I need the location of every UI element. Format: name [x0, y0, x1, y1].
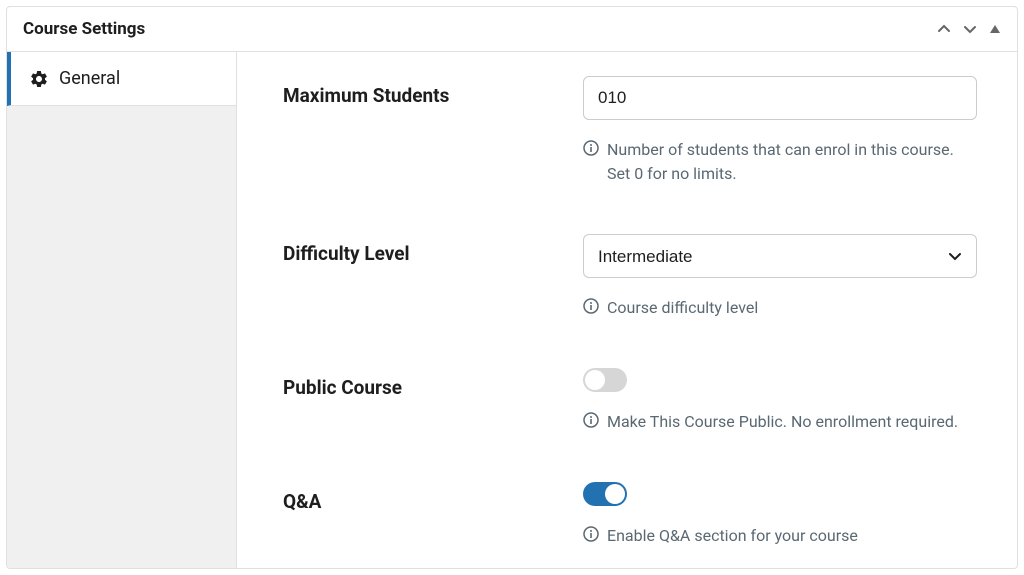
sidebar-item-label: General [59, 68, 120, 89]
hint-qa: Enable Q&A section for your course [583, 524, 977, 548]
qa-toggle[interactable] [583, 482, 627, 506]
content-area: Maximum Students Number of students that… [237, 52, 1017, 568]
triangle-up-icon[interactable] [989, 23, 1001, 35]
control-difficulty: Intermediate Course difficulty level [583, 234, 977, 320]
info-icon [583, 412, 599, 428]
hint-text: Make This Course Public. No enrollment r… [607, 410, 958, 434]
control-max-students: Number of students that can enrol in thi… [583, 76, 977, 186]
info-icon [583, 140, 599, 156]
difficulty-select-wrapper: Intermediate [583, 234, 977, 278]
chevron-down-icon[interactable] [963, 22, 977, 36]
hint-public-course: Make This Course Public. No enrollment r… [583, 410, 977, 434]
control-public-course: Make This Course Public. No enrollment r… [583, 368, 977, 434]
info-icon [583, 298, 599, 314]
difficulty-select[interactable]: Intermediate [583, 234, 977, 278]
public-course-toggle[interactable] [583, 368, 627, 392]
panel-title: Course Settings [23, 19, 145, 39]
hint-text: Course difficulty level [607, 296, 758, 320]
label-public-course: Public Course [283, 368, 583, 434]
panel-body: General Maximum Students Number of stude… [7, 52, 1017, 568]
hint-text: Enable Q&A section for your course [607, 524, 858, 548]
sidebar-item-general[interactable]: General [7, 52, 236, 106]
course-settings-panel: Course Settings General Maximum S [6, 6, 1018, 569]
hint-text: Number of students that can enrol in thi… [607, 138, 977, 186]
row-max-students: Maximum Students Number of students that… [283, 76, 977, 186]
panel-header: Course Settings [7, 7, 1017, 52]
label-difficulty: Difficulty Level [283, 234, 583, 320]
toggle-knob [605, 484, 625, 504]
hint-max-students: Number of students that can enrol in thi… [583, 138, 977, 186]
panel-controls [937, 22, 1001, 36]
label-qa: Q&A [283, 482, 583, 548]
gear-icon [29, 69, 49, 89]
hint-difficulty: Course difficulty level [583, 296, 977, 320]
sidebar: General [7, 52, 237, 568]
row-difficulty: Difficulty Level Intermediate [283, 234, 977, 320]
chevron-up-icon[interactable] [937, 22, 951, 36]
row-qa: Q&A Enable Q&A section for your course [283, 482, 977, 548]
toggle-knob [585, 370, 605, 390]
max-students-input[interactable] [583, 76, 977, 120]
row-public-course: Public Course Make This Course Public. N… [283, 368, 977, 434]
info-icon [583, 526, 599, 542]
label-max-students: Maximum Students [283, 76, 583, 186]
control-qa: Enable Q&A section for your course [583, 482, 977, 548]
